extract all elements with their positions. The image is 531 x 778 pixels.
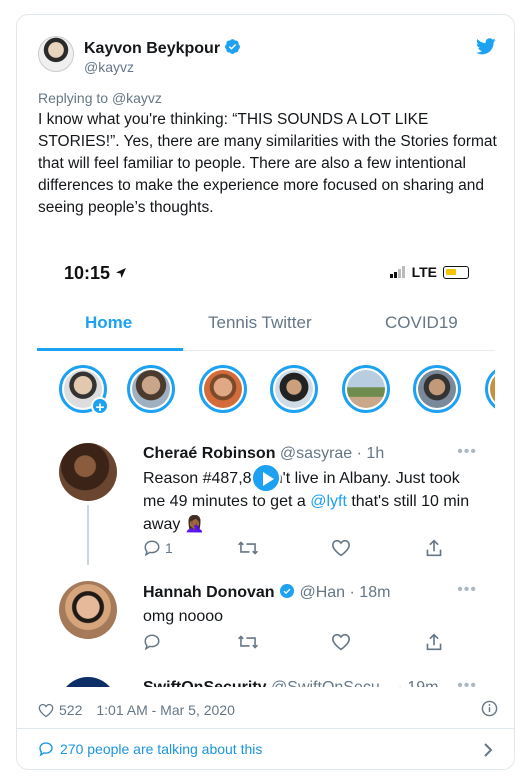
share-icon <box>426 633 442 651</box>
author-avatar[interactable] <box>38 36 74 72</box>
tweet-author-name[interactable]: SwiftOnSecurity <box>143 679 267 687</box>
tweet-stats: 522 1:01 AM - Mar 5, 2020 <box>38 698 498 722</box>
tweet-timestamp[interactable]: 1:01 AM - Mar 5, 2020 <box>96 702 235 718</box>
more-options-icon[interactable]: ••• <box>457 581 477 599</box>
heart-icon <box>331 539 351 557</box>
conversation-text: 270 people are talking about this <box>60 741 263 757</box>
replying-to-label: Replying to <box>38 90 109 106</box>
like-button[interactable] <box>331 633 425 651</box>
tweet-header-line: SwiftOnSecurity @SwiftOnSecu... · 19m <box>143 679 438 687</box>
tweet-author-name[interactable]: Hannah Donovan <box>143 584 275 601</box>
tab-bar: Home Tennis Twitter COVID19 <box>37 299 495 351</box>
share-button[interactable] <box>425 632 443 652</box>
tweet-header: Kayvon Beykpour @kayvz <box>17 15 514 85</box>
add-fleet-icon[interactable]: + <box>91 397 109 416</box>
like-count: 522 <box>59 702 83 718</box>
tweet-author-handle[interactable]: @Han <box>299 584 345 601</box>
fleet-avatar[interactable] <box>413 365 461 413</box>
tweet-avatar[interactable] <box>59 677 117 687</box>
play-video-icon[interactable] <box>251 463 281 493</box>
author-handle[interactable]: @kayvz <box>84 59 134 75</box>
fleet-avatar-own[interactable]: + <box>59 365 109 416</box>
tweet-age[interactable]: · 19m <box>398 679 439 687</box>
conversation-link[interactable]: 270 people are talking about this <box>17 728 514 770</box>
like-button[interactable] <box>331 539 425 557</box>
fleet-avatar[interactable] <box>127 365 175 413</box>
tweet-author-handle[interactable]: @SwiftOnSecu... <box>271 679 393 687</box>
tweet-actions: 1 <box>143 537 443 559</box>
comment-icon <box>39 742 53 757</box>
tweet-actions <box>143 631 443 653</box>
reply-icon <box>144 540 160 557</box>
tweet-card: Kayvon Beykpour @kayvz Replying to @kayv… <box>16 14 515 770</box>
fleet-avatar[interactable] <box>199 365 247 413</box>
tweet-avatar[interactable] <box>59 443 117 501</box>
active-tab-indicator <box>37 348 183 351</box>
twitter-bird-icon[interactable] <box>476 38 496 60</box>
chevron-right-icon[interactable] <box>482 742 494 763</box>
tweet-age[interactable]: · 18m <box>350 584 391 601</box>
location-arrow-icon <box>116 268 127 278</box>
reply-count: 1 <box>165 540 173 556</box>
tweet-body: Reason #487,89 an't live in Albany. Just… <box>143 467 483 536</box>
reply-button[interactable] <box>143 633 237 651</box>
fleet-avatar[interactable] <box>485 365 495 413</box>
more-options-icon[interactable]: ••• <box>457 443 477 461</box>
status-bar-time: 10:15 <box>64 263 127 284</box>
tab-covid19[interactable]: COVID19 <box>385 313 458 333</box>
author-name-text[interactable]: Kayvon Beykpour <box>84 40 220 57</box>
thread-connector <box>87 505 89 565</box>
reply-button[interactable]: 1 <box>143 539 237 557</box>
tweet-age[interactable]: · 1h <box>357 445 385 462</box>
retweet-button[interactable] <box>237 633 331 651</box>
signal-icon <box>389 266 405 278</box>
tweet-text: I know what you're thinking: “THIS SOUND… <box>38 111 497 216</box>
tweet-author-name[interactable]: Cheraé Robinson <box>143 445 275 462</box>
verified-icon <box>280 584 295 598</box>
tweet-author-handle[interactable]: @sasyrae <box>280 445 352 462</box>
heart-icon <box>331 633 351 651</box>
reply-icon <box>144 634 160 651</box>
tweet-header-line: Hannah Donovan @Han · 18m <box>143 583 390 602</box>
fleet-avatar[interactable] <box>342 365 390 413</box>
fleets-row: + <box>59 365 495 417</box>
tab-tennis-twitter[interactable]: Tennis Twitter <box>208 313 312 333</box>
retweet-button[interactable] <box>237 539 331 557</box>
heart-icon <box>38 703 54 717</box>
tweet-header-line: Cheraé Robinson @sasyrae · 1h <box>143 445 384 463</box>
info-icon[interactable] <box>481 700 498 720</box>
tweet-text-part: Reason #487,89 <box>143 470 261 487</box>
tweet-mention-link[interactable]: @lyft <box>310 493 347 510</box>
like-stat[interactable]: 522 <box>38 702 82 718</box>
tweet-body: omg noooo <box>143 608 224 625</box>
tab-home[interactable]: Home <box>85 313 132 333</box>
conversation-label[interactable]: 270 people are talking about this <box>38 741 262 757</box>
replying-to-handle[interactable]: @kayvz <box>112 90 162 106</box>
retweet-icon <box>238 635 258 649</box>
author-name[interactable]: Kayvon Beykpour <box>84 38 241 60</box>
network-label: LTE <box>411 264 437 280</box>
retweet-icon <box>238 541 258 555</box>
embedded-screenshot[interactable]: 10:15 LTE Home Tennis Twitter COVID19 + <box>37 237 495 687</box>
replying-to: Replying to @kayvz <box>38 90 162 106</box>
battery-icon <box>443 265 469 279</box>
share-icon <box>426 539 442 557</box>
verified-icon <box>224 38 241 60</box>
tweet-avatar[interactable] <box>59 581 117 639</box>
share-button[interactable] <box>425 538 443 558</box>
fleet-avatar[interactable] <box>270 365 318 413</box>
status-time-text: 10:15 <box>64 263 111 283</box>
status-bar-right: LTE <box>389 264 469 280</box>
more-options-icon[interactable]: ••• <box>457 677 477 687</box>
